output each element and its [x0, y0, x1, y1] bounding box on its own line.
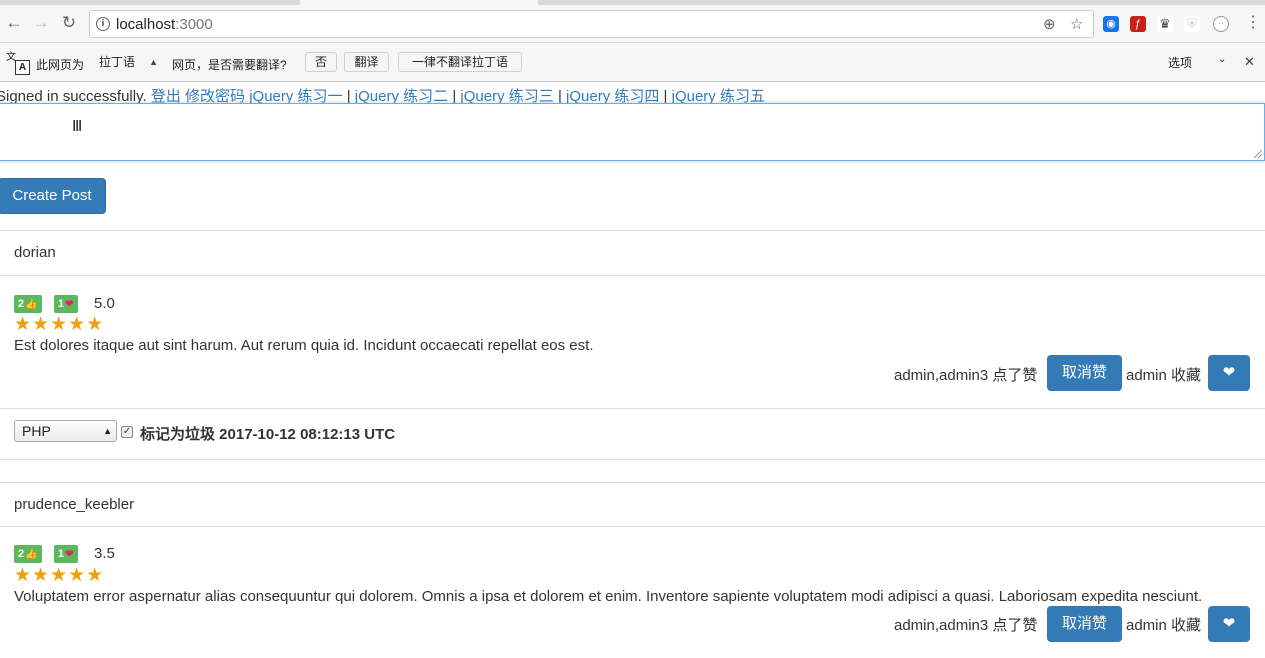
- spam-label: 标记为垃圾 2017-10-12 08:12:13 UTC: [140, 426, 396, 443]
- browser-menu-icon[interactable]: ⋮: [1245, 14, 1261, 32]
- post-body: Est dolores itaque aut sint harum. Aut r…: [14, 337, 594, 354]
- star-icon[interactable]: ★: [50, 314, 68, 335]
- reload-icon[interactable]: ↻: [58, 12, 80, 34]
- like-count-badge[interactable]: 2👍: [14, 295, 42, 313]
- browser-toolbar: ← → ↻ i localhost:3000 ⊕ ☆ ◉ ƒ ♛ ⛨ ·· ⋮: [0, 5, 1265, 43]
- category-select[interactable]: PHP ▲: [14, 420, 117, 442]
- rating-value: 5.0: [94, 295, 115, 312]
- star-rating[interactable]: ★★★★★: [14, 315, 104, 335]
- star-icon[interactable]: ★: [68, 565, 86, 586]
- divider: [0, 482, 1265, 483]
- heart-icon: ❤: [1222, 364, 1236, 381]
- evernote-extension-icon[interactable]: ♛: [1157, 16, 1173, 32]
- url-text[interactable]: localhost:3000: [116, 16, 213, 33]
- star-icon[interactable]: ★: [68, 314, 86, 335]
- star-icon[interactable]: ★: [14, 565, 32, 586]
- chevron-down-icon: ⌄: [1218, 54, 1227, 65]
- unlike-button[interactable]: 取消赞: [1047, 355, 1122, 391]
- select-arrows-icon: ▲: [149, 57, 158, 67]
- heart-icon: ❤: [65, 549, 74, 560]
- divider: [0, 526, 1265, 527]
- site-info-icon[interactable]: i: [96, 17, 110, 31]
- star-icon[interactable]: ★: [32, 314, 50, 335]
- star-icon[interactable]: ★: [32, 565, 50, 586]
- star-icon[interactable]: ★: [50, 565, 68, 586]
- select-arrows-icon: ▲: [103, 426, 112, 436]
- favoriters-text: admin 收藏: [1126, 617, 1202, 634]
- translate-prefix: 此网页为: [36, 58, 85, 72]
- divider: [0, 459, 1265, 460]
- divider: [0, 230, 1265, 231]
- post-content-textarea[interactable]: [0, 103, 1265, 161]
- page-content: Signed in successfully. 登出 修改密码 jQuery 练…: [0, 83, 1265, 658]
- shield-extension-icon[interactable]: ⛨: [1184, 16, 1200, 32]
- translate-question: 网页，是否需要翻译?: [172, 58, 287, 72]
- text-cursor-icon: Ⅲ: [72, 118, 83, 135]
- favorite-button[interactable]: ❤: [1208, 355, 1250, 391]
- extension-icon[interactable]: ··: [1213, 16, 1229, 32]
- star-icon[interactable]: ★: [14, 314, 32, 335]
- star-rating[interactable]: ★★★★★: [14, 566, 104, 586]
- post-body: Voluptatem error aspernatur alias conseq…: [14, 588, 1203, 605]
- back-icon[interactable]: ←: [3, 12, 25, 34]
- translate-icon: 文A: [6, 52, 30, 75]
- no-translate-button[interactable]: 否: [305, 52, 337, 72]
- post-author[interactable]: dorian: [14, 244, 56, 261]
- translate-options-dropdown[interactable]: 选项 ⌄: [1168, 54, 1234, 71]
- thumbs-up-icon: 👍: [25, 299, 38, 310]
- star-icon[interactable]: ★: [86, 565, 104, 586]
- zoom-icon[interactable]: ⊕: [1043, 15, 1056, 33]
- forward-icon[interactable]: →: [30, 12, 52, 34]
- translate-button[interactable]: 翻译: [344, 52, 389, 72]
- never-translate-button[interactable]: 一律不翻译拉丁语: [398, 52, 522, 72]
- address-bar[interactable]: i localhost:3000 ⊕ ☆: [89, 10, 1094, 38]
- rating-value: 3.5: [94, 545, 115, 562]
- heart-count-badge[interactable]: 1❤: [54, 545, 78, 563]
- star-icon[interactable]: ★: [86, 314, 104, 335]
- close-icon[interactable]: ✕: [1244, 54, 1255, 70]
- thumbs-up-icon: 👍: [25, 549, 38, 560]
- screenshot-extension-icon[interactable]: ◉: [1103, 16, 1119, 32]
- unlike-button[interactable]: 取消赞: [1047, 606, 1122, 642]
- heart-icon: ❤: [1222, 615, 1236, 632]
- post-author[interactable]: prudence_keebler: [14, 496, 134, 513]
- language-select[interactable]: 拉丁语 ▲: [92, 52, 162, 72]
- divider: [0, 408, 1265, 409]
- favorite-button[interactable]: ❤: [1208, 606, 1250, 642]
- translate-bar: 文A 此网页为 拉丁语 ▲ 网页，是否需要翻译? 否 翻译 一律不翻译拉丁语 选…: [0, 44, 1265, 82]
- flash-extension-icon[interactable]: ƒ: [1130, 16, 1146, 32]
- divider: [0, 275, 1265, 276]
- like-count-badge[interactable]: 2👍: [14, 545, 42, 563]
- create-post-button[interactable]: Create Post: [0, 178, 106, 214]
- spam-checkbox[interactable]: ✓: [121, 426, 133, 438]
- likers-text: admin,admin3 点了赞: [894, 617, 1038, 634]
- bookmark-star-icon[interactable]: ☆: [1070, 15, 1083, 33]
- resize-handle[interactable]: [1254, 150, 1262, 158]
- heart-count-badge[interactable]: 1❤: [54, 295, 78, 313]
- heart-icon: ❤: [65, 299, 74, 310]
- favoriters-text: admin 收藏: [1126, 367, 1202, 384]
- likers-text: admin,admin3 点了赞: [894, 367, 1038, 384]
